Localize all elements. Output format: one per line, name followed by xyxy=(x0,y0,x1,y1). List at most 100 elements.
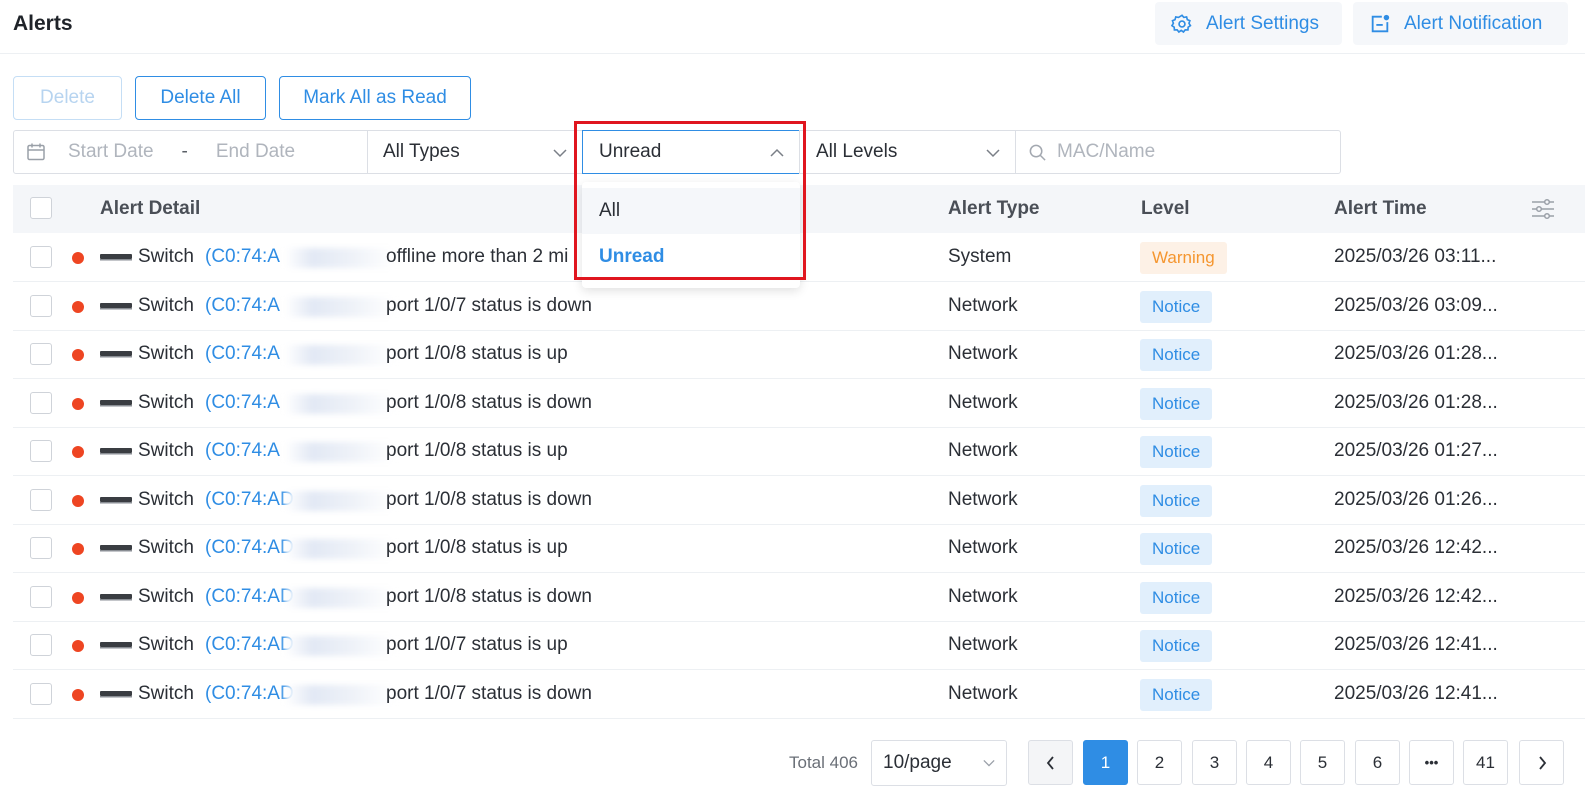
row-checkbox[interactable] xyxy=(30,294,52,317)
switch-device-icon xyxy=(100,302,132,309)
previous-page-button[interactable] xyxy=(1028,740,1073,785)
device-type: Switch xyxy=(138,343,194,364)
read-status-select[interactable]: Unread xyxy=(582,130,800,174)
row-checkbox[interactable] xyxy=(30,246,52,268)
device-mac-link[interactable]: (C0:74:AD xyxy=(205,489,294,511)
row-checkbox[interactable] xyxy=(30,440,52,462)
table-row[interactable]: Switch (C0:74:AD port 1/0/8 status is up Ne… xyxy=(13,525,1585,573)
level-badge: Notice xyxy=(1140,339,1213,371)
unread-indicator xyxy=(72,252,84,264)
level-badge: Notice xyxy=(1140,630,1213,662)
table-row[interactable]: Switch (C0:74:A port 1/0/8 status is up Net… xyxy=(13,331,1585,379)
unread-indicator xyxy=(72,349,84,361)
page-button-4[interactable]: 4 xyxy=(1246,740,1291,785)
device-mac-link[interactable]: (C0:74:A xyxy=(205,343,280,365)
switch-device-icon xyxy=(100,399,132,406)
alert-settings-label: Alert Settings xyxy=(1206,12,1319,34)
start-date-input[interactable]: Start Date xyxy=(68,141,154,163)
table-row[interactable]: Switch (C0:74:A port 1/0/8 status is up Net… xyxy=(13,428,1585,476)
switch-device-icon xyxy=(100,593,132,600)
alert-message: port 1/0/8 status is up xyxy=(386,537,568,558)
table-row[interactable]: Switch (C0:74:AD port 1/0/8 status is down… xyxy=(13,476,1585,525)
row-checkbox[interactable] xyxy=(30,343,52,365)
column-settings-icon[interactable] xyxy=(1530,197,1556,221)
device-mac-link[interactable]: (C0:74:A xyxy=(205,246,280,268)
delete-button[interactable]: Delete xyxy=(13,76,122,120)
level-badge: Notice xyxy=(1140,484,1213,517)
page-size-select[interactable]: 10/page xyxy=(871,740,1007,786)
alert-time: 2025/03/26 03:09... xyxy=(1334,294,1498,316)
switch-device-icon xyxy=(100,351,132,358)
switch-device-icon xyxy=(100,642,132,649)
unread-indicator xyxy=(72,300,84,313)
alert-type: Network xyxy=(948,488,1018,510)
filter-bar: Start Date - End Date All Types Unread A… xyxy=(13,130,1341,174)
mark-all-read-button[interactable]: Mark All as Read xyxy=(279,76,471,120)
redacted-region xyxy=(285,539,395,559)
table-row[interactable]: Switch (C0:74:A port 1/0/7 status is down N… xyxy=(13,282,1585,331)
alert-time: 2025/03/26 12:41... xyxy=(1334,634,1498,655)
chevron-down-icon xyxy=(553,149,567,158)
dropdown-option-all[interactable]: All xyxy=(582,188,800,234)
delete-all-button[interactable]: Delete All xyxy=(135,76,266,120)
column-header-alert-detail[interactable]: Alert Detail xyxy=(100,198,200,220)
row-checkbox[interactable] xyxy=(30,488,52,511)
table-row[interactable]: Switch (C0:74:AD port 1/0/7 status is down… xyxy=(13,670,1585,719)
next-page-button[interactable] xyxy=(1519,740,1564,785)
level-badge: Notice xyxy=(1140,581,1213,614)
alert-levels-value: All Levels xyxy=(816,141,898,162)
device-mac-link[interactable]: (C0:74:A xyxy=(205,392,280,414)
unread-indicator xyxy=(72,640,84,652)
select-all-checkbox[interactable] xyxy=(30,197,52,219)
table-row[interactable]: Switch (C0:74:AD port 1/0/8 status is down… xyxy=(13,573,1585,622)
page-button-3[interactable]: 3 xyxy=(1192,740,1237,785)
page-button-5[interactable]: 5 xyxy=(1300,740,1345,785)
alert-types-select[interactable]: All Types xyxy=(367,130,583,174)
more-pages-button[interactable]: ••• xyxy=(1409,740,1454,785)
alert-message: port 1/0/8 status is down xyxy=(386,391,592,413)
device-mac-link[interactable]: (C0:74:AD xyxy=(205,537,294,559)
row-checkbox[interactable] xyxy=(30,537,52,559)
alert-levels-select[interactable]: All Levels xyxy=(799,130,1016,174)
device-mac-link[interactable]: (C0:74:AD xyxy=(205,634,294,656)
column-header-level[interactable]: Level xyxy=(1141,198,1190,220)
page-title: Alerts xyxy=(13,12,73,35)
device-mac-link[interactable]: (C0:74:A xyxy=(205,440,280,462)
unread-indicator xyxy=(72,688,84,701)
date-range-picker[interactable]: Start Date - End Date xyxy=(13,130,368,174)
end-date-input[interactable]: End Date xyxy=(216,141,295,163)
row-checkbox[interactable] xyxy=(30,682,52,705)
table-row[interactable]: Switch (C0:74:A port 1/0/8 status is down N… xyxy=(13,379,1585,428)
alert-time: 2025/03/26 01:28... xyxy=(1334,391,1498,413)
device-type: Switch xyxy=(138,537,194,558)
read-status-dropdown: All Unread xyxy=(582,182,800,288)
switch-device-icon xyxy=(100,545,132,552)
device-mac-link[interactable]: (C0:74:A xyxy=(205,295,280,317)
column-header-alert-time[interactable]: Alert Time xyxy=(1334,198,1427,220)
level-badge: Notice xyxy=(1140,436,1213,468)
device-mac-link[interactable]: (C0:74:AD xyxy=(205,586,294,608)
alert-type: Network xyxy=(948,343,1018,364)
page-button-last[interactable]: 41 xyxy=(1463,740,1508,785)
page-button-6[interactable]: 6 xyxy=(1355,740,1400,785)
device-mac-link[interactable]: (C0:74:AD xyxy=(205,683,294,705)
redacted-region xyxy=(285,636,395,656)
page-button-2[interactable]: 2 xyxy=(1137,740,1182,785)
column-header-alert-type[interactable]: Alert Type xyxy=(948,198,1040,220)
top-bar: Alerts Alert Settings Alert Notification xyxy=(0,0,1585,54)
alert-type: Network xyxy=(948,440,1018,461)
redacted-region xyxy=(285,684,395,705)
row-checkbox[interactable] xyxy=(30,634,52,656)
chevron-down-icon xyxy=(983,759,995,767)
row-checkbox[interactable] xyxy=(30,391,52,414)
mac-name-search-input[interactable]: MAC/Name xyxy=(1015,130,1341,174)
alert-time: 2025/03/26 01:28... xyxy=(1334,343,1498,364)
table-row[interactable]: Switch (C0:74:AD port 1/0/7 status is up Ne… xyxy=(13,622,1585,670)
page-button-1[interactable]: 1 xyxy=(1083,740,1128,785)
alert-settings-button[interactable]: Alert Settings xyxy=(1155,2,1342,45)
dropdown-option-unread[interactable]: Unread xyxy=(582,234,800,280)
device-type: Switch xyxy=(138,391,194,413)
alert-notification-button[interactable]: Alert Notification xyxy=(1353,2,1568,45)
row-checkbox[interactable] xyxy=(30,585,52,608)
level-badge: Notice xyxy=(1140,678,1213,711)
